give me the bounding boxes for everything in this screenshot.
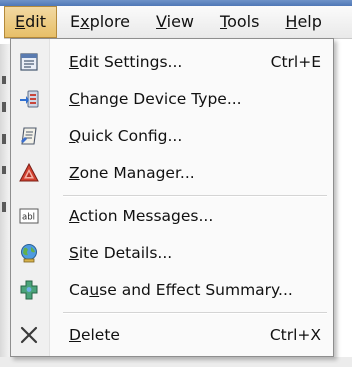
- menu-item-quick-config[interactable]: Quick Config...: [11, 119, 333, 153]
- menu-item-edit-settings[interactable]: Edit Settings... Ctrl+E: [11, 45, 333, 79]
- menu-view[interactable]: View: [143, 7, 207, 37]
- menu-item-label: Cause and Effect Summary...: [69, 281, 293, 299]
- menu-item-change-device-type[interactable]: Change Device Type...: [11, 82, 333, 116]
- menu-separator: [63, 195, 327, 197]
- menu-item-label: Change Device Type...: [69, 90, 242, 108]
- menu-item-label: Zone Manager...: [69, 164, 195, 182]
- menu-item-label: Action Messages...: [69, 207, 214, 225]
- menu-help[interactable]: Help: [272, 7, 334, 37]
- menu-explore[interactable]: Explore: [57, 7, 143, 37]
- menu-item-cause-and-effect-summary[interactable]: Cause and Effect Summary...: [11, 273, 333, 307]
- svg-text:abl: abl: [22, 213, 35, 223]
- background-window-edge: [0, 44, 10, 367]
- globe-icon: [19, 243, 39, 263]
- menu-edit[interactable]: Edit: [4, 6, 57, 38]
- menu-item-shortcut: Ctrl+E: [270, 53, 321, 71]
- menu-item-zone-manager[interactable]: Zone Manager...: [11, 156, 333, 190]
- zone-manager-icon: [19, 162, 39, 183]
- menu-bar: Edit Explore View Tools Help: [4, 6, 352, 39]
- change-device-icon: [19, 89, 39, 109]
- settings-window-icon: [19, 52, 39, 72]
- menu-separator: [63, 312, 327, 314]
- menu-item-label: Quick Config...: [69, 127, 183, 145]
- menu-tools[interactable]: Tools: [207, 7, 272, 37]
- screen: Edit Explore View Tools Help Edit Settin…: [0, 0, 352, 367]
- delete-x-icon: [19, 325, 39, 345]
- menu-item-label: Edit Settings...: [69, 53, 183, 71]
- menu-item-delete[interactable]: Delete Ctrl+X: [11, 318, 333, 352]
- background-window-bottom: [0, 357, 352, 367]
- menu-item-label: Site Details...: [69, 244, 173, 262]
- menu-item-label: Delete: [69, 326, 120, 344]
- quick-config-icon: [19, 126, 39, 146]
- menu-item-shortcut: Ctrl+X: [269, 326, 321, 344]
- text-field-icon: abl: [19, 206, 39, 226]
- menu-item-site-details[interactable]: Site Details...: [11, 236, 333, 270]
- menu-item-action-messages[interactable]: abl Action Messages...: [11, 199, 333, 233]
- puzzle-icon: [19, 280, 39, 300]
- edit-dropdown-menu: Edit Settings... Ctrl+E Change Device Ty…: [10, 38, 334, 357]
